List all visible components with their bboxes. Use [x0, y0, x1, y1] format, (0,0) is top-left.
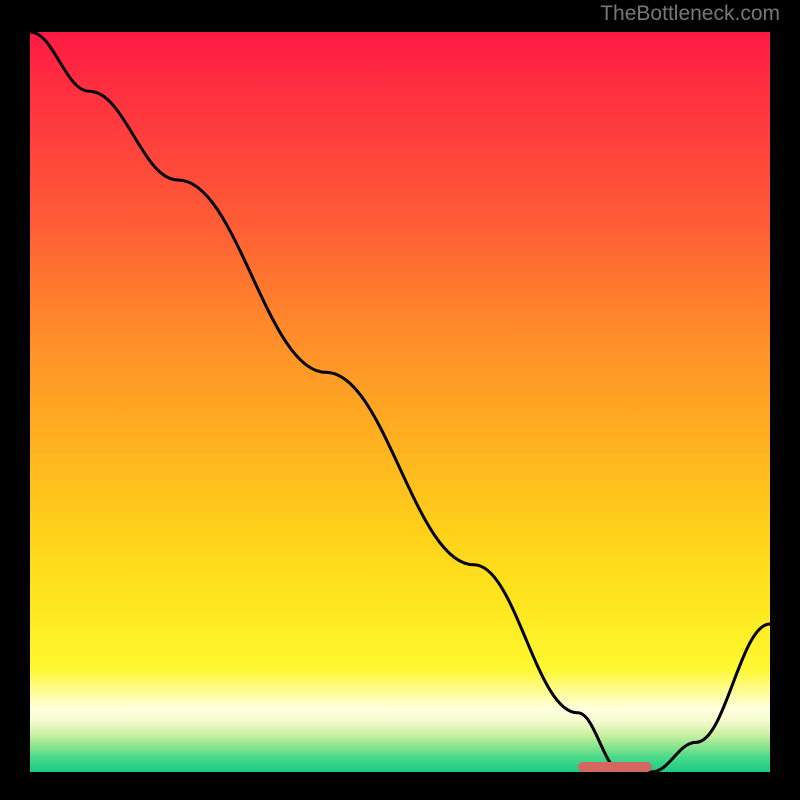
gradient-plot-area — [30, 32, 770, 778]
attribution-text: TheBottleneck.com — [600, 2, 780, 26]
chart-container: TheBottleneck.com — [0, 0, 800, 800]
optimum-marker — [578, 762, 652, 772]
